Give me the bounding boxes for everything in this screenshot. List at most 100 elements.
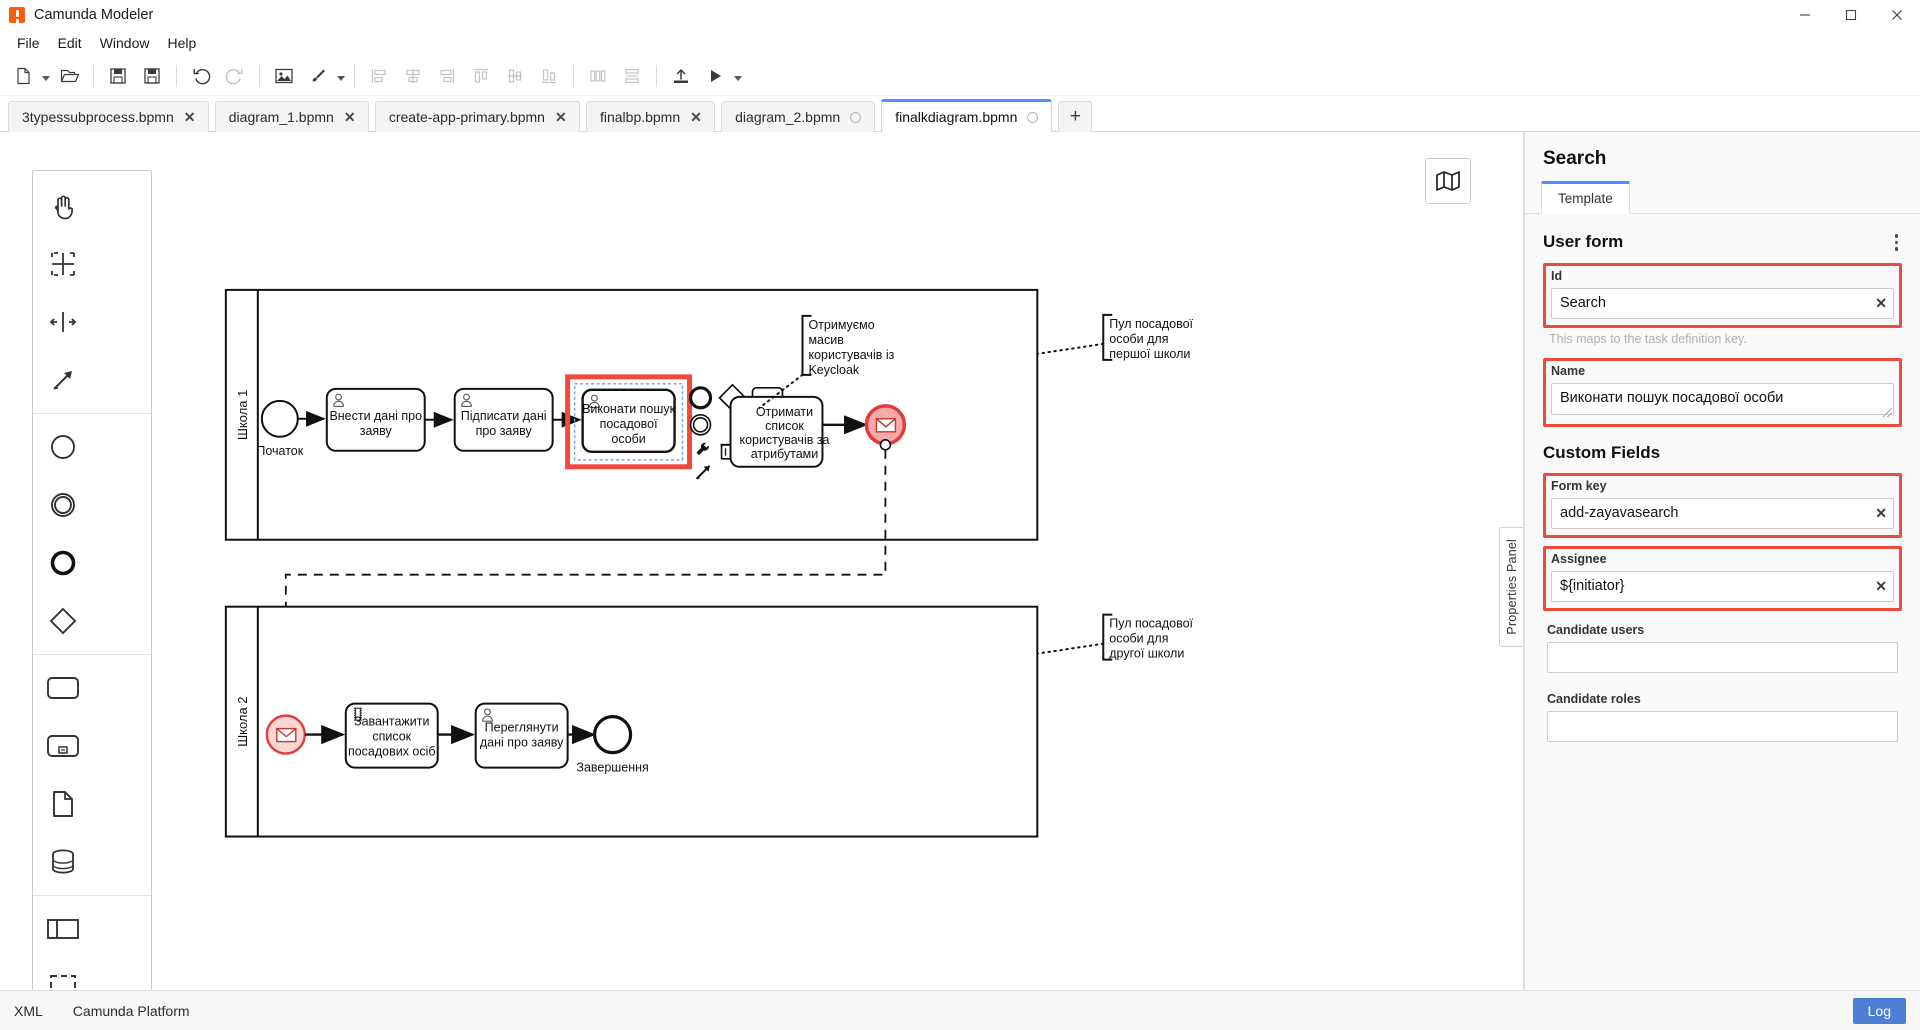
- task-label-line: список: [372, 730, 411, 744]
- brush-icon[interactable]: [301, 60, 335, 92]
- play-icon[interactable]: [698, 60, 732, 92]
- tab-close-icon[interactable]: ✕: [184, 110, 196, 124]
- new-file-dropdown-caret-down-icon[interactable]: [40, 60, 52, 92]
- minimap-toggle-button[interactable]: [1425, 158, 1471, 204]
- subprocess-icon[interactable]: [33, 717, 93, 775]
- task-rect-icon[interactable]: [33, 659, 93, 717]
- script-task-zavantazhyty[interactable]: Завантажити список посадових осіб: [344, 702, 439, 769]
- name-input[interactable]: [1551, 382, 1894, 415]
- new-file-icon[interactable]: [6, 60, 40, 92]
- id-input[interactable]: [1551, 287, 1894, 319]
- data-store-icon[interactable]: [33, 833, 93, 891]
- menu-item-file[interactable]: File: [8, 32, 49, 54]
- assignee-input[interactable]: [1551, 570, 1894, 602]
- candidate-users-input[interactable]: [1547, 641, 1898, 673]
- message-end-event-pool1[interactable]: [864, 404, 907, 446]
- task-label-line: про заяву: [476, 424, 533, 438]
- close-button[interactable]: [1874, 0, 1920, 30]
- field-name-label: Name: [1551, 363, 1586, 378]
- data-object-icon[interactable]: [33, 775, 93, 833]
- annotation-pool-second-school[interactable]: Пул посадової особи для другої школи: [1036, 613, 1194, 661]
- distribute-vertical-icon[interactable]: [615, 60, 649, 92]
- image-icon[interactable]: [267, 60, 301, 92]
- properties-panel: Search Template User form Id ✕ This maps…: [1524, 132, 1920, 990]
- save-icon[interactable]: [101, 60, 135, 92]
- user-task-vnesty-dani[interactable]: Внести дані про заяву: [325, 387, 426, 452]
- gateway-diamond-icon[interactable]: [33, 592, 93, 650]
- candidate-roles-input[interactable]: [1547, 710, 1898, 742]
- end-event-icon[interactable]: [33, 534, 93, 592]
- task-label-line: атрибутами: [751, 447, 819, 461]
- align-bottom-icon[interactable]: [532, 60, 566, 92]
- menu-item-edit[interactable]: Edit: [49, 32, 91, 54]
- status-engine-label[interactable]: Camunda Platform: [73, 1003, 190, 1019]
- align-right-icon[interactable]: [430, 60, 464, 92]
- pool-school-1[interactable]: Школа 1 Початок Внести дані про заяву Пі…: [224, 288, 1039, 541]
- align-tool-dropdown-caret-down-icon[interactable]: [335, 60, 347, 92]
- tab-create-app-primary[interactable]: create-app-primary.bpmn ✕: [374, 101, 580, 132]
- tab-diagram-1[interactable]: diagram_1.bpmn ✕: [214, 101, 369, 132]
- user-task-pidpysaty-dani[interactable]: Підписати дані про заяву: [453, 387, 554, 452]
- tab-finalbp[interactable]: finalbp.bpmn ✕: [585, 101, 716, 132]
- redo-icon[interactable]: [218, 60, 252, 92]
- toolbar-separator: [259, 64, 260, 87]
- name-resize-grip[interactable]: [1883, 407, 1892, 417]
- tab-close-icon[interactable]: ✕: [690, 110, 702, 124]
- field-candidate-users-label: Candidate users: [1547, 622, 1645, 637]
- menu-item-window[interactable]: Window: [91, 32, 159, 54]
- align-center-icon[interactable]: [396, 60, 430, 92]
- align-middle-icon[interactable]: [498, 60, 532, 92]
- menu-item-help[interactable]: Help: [158, 32, 205, 54]
- bpmn-palette[interactable]: [32, 170, 152, 990]
- status-xml-button[interactable]: XML: [14, 1003, 43, 1019]
- toolbar: [0, 56, 1920, 96]
- participant-pool-icon[interactable]: [33, 900, 93, 958]
- save-as-icon[interactable]: [135, 60, 169, 92]
- bpmn-canvas[interactable]: Школа 1 Початок Внести дані про заяву Пі…: [0, 132, 1524, 990]
- end-event-pool2[interactable]: [593, 715, 633, 755]
- log-button[interactable]: Log: [1852, 998, 1906, 1024]
- group-icon[interactable]: [33, 958, 93, 990]
- assignee-clear-icon[interactable]: ✕: [1875, 579, 1887, 593]
- append-end-event-icon[interactable]: [688, 386, 713, 410]
- align-left-icon[interactable]: [362, 60, 396, 92]
- start-event-icon[interactable]: [33, 418, 93, 476]
- camunda-modeler-window: Camunda Modeler File Edit Window Help 3t…: [0, 0, 1920, 1030]
- align-top-icon[interactable]: [464, 60, 498, 92]
- tab-template[interactable]: Template: [1541, 181, 1630, 214]
- tab-close-icon[interactable]: ✕: [344, 110, 356, 124]
- service-task-otrymaty-spysok[interactable]: Отримати список користувачів за атрибута…: [729, 395, 830, 468]
- tab-unsaved-dot-icon[interactable]: [850, 111, 862, 123]
- open-folder-icon[interactable]: [52, 60, 86, 92]
- tab-diagram-2[interactable]: diagram_2.bpmn: [721, 101, 876, 132]
- new-tab-button[interactable]: +: [1058, 101, 1093, 132]
- undo-icon[interactable]: [184, 60, 218, 92]
- tab-unsaved-dot-icon[interactable]: [1027, 111, 1039, 123]
- intermediate-event-icon[interactable]: [33, 476, 93, 534]
- deploy-upload-icon[interactable]: [664, 60, 698, 92]
- tab-3typessubprocess[interactable]: 3typessubprocess.bpmn ✕: [8, 101, 209, 132]
- pool-school-2[interactable]: Школа 2 Завантажити список посадових осі…: [224, 605, 1039, 838]
- annotation-pool-first-school[interactable]: Пул посадової особи для першої школи: [1036, 313, 1194, 361]
- space-tool-icon[interactable]: [33, 293, 93, 351]
- properties-panel-handle[interactable]: Properties Panel: [1499, 527, 1523, 647]
- tab-finalkdiagram[interactable]: finalkdiagram.bpmn: [881, 99, 1053, 132]
- message-start-event-pool2[interactable]: [265, 714, 306, 755]
- tab-close-icon[interactable]: ✕: [555, 110, 567, 124]
- form-key-input[interactable]: [1551, 497, 1894, 529]
- distribute-horizontal-icon[interactable]: [581, 60, 615, 92]
- connect-arrow-icon[interactable]: [33, 351, 93, 409]
- form-key-clear-icon[interactable]: ✕: [1875, 506, 1887, 520]
- tab-label: finalbp.bpmn: [599, 109, 681, 125]
- pool-1-label: Школа 1: [235, 390, 250, 440]
- minimize-button[interactable]: [1782, 0, 1828, 30]
- user-task-perehlianuty[interactable]: Переглянути дані про заяву: [474, 702, 569, 769]
- hand-icon[interactable]: [33, 177, 93, 235]
- kebab-menu-icon[interactable]: [1889, 230, 1905, 255]
- start-instance-dropdown-caret-down-icon[interactable]: [732, 60, 744, 92]
- field-form-key-label: Form key: [1551, 478, 1607, 493]
- lasso-icon[interactable]: [33, 235, 93, 293]
- start-event-pool1[interactable]: [260, 399, 299, 438]
- id-clear-icon[interactable]: ✕: [1875, 296, 1887, 310]
- maximize-button[interactable]: [1828, 0, 1874, 30]
